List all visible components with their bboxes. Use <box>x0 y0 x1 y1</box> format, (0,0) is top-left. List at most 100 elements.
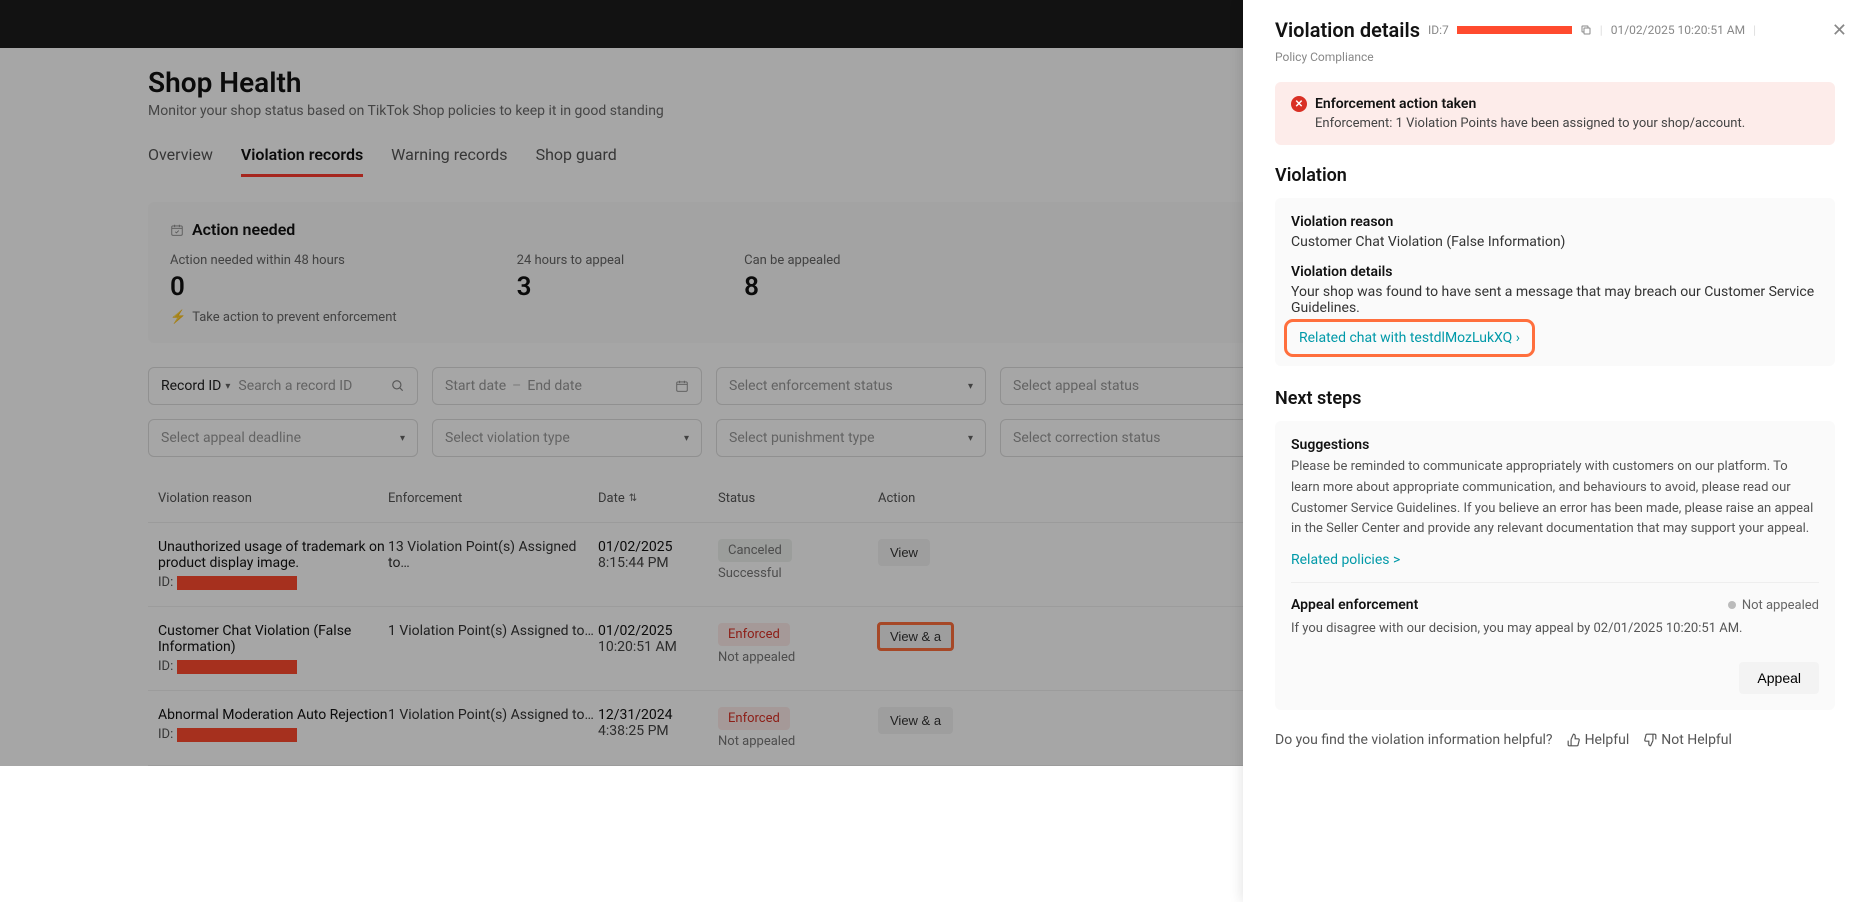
appeal-status-select[interactable]: Select appeal status▾ <box>1000 367 1270 405</box>
col-date[interactable]: Date ⇅ <box>598 491 718 506</box>
helpful-question: Do you find the violation information he… <box>1275 732 1553 748</box>
related-policies-link[interactable]: Related policies > <box>1291 552 1819 568</box>
stat-label: Action needed within 48 hours <box>170 253 397 268</box>
violation-reason-text: Unauthorized usage of trademark on produ… <box>158 539 388 571</box>
status-sub-text: Not appealed <box>718 734 878 749</box>
warn-text: Take action to prevent enforcement <box>192 310 396 325</box>
start-date-placeholder: Start date <box>445 378 506 394</box>
close-icon[interactable]: ✕ <box>1832 20 1847 41</box>
tab-overview[interactable]: Overview <box>148 139 213 177</box>
suggestions-label: Suggestions <box>1291 437 1819 453</box>
stat-can-appeal: Can be appealed 8 <box>744 253 840 325</box>
stat-48h: Action needed within 48 hours 0 ⚡ Take a… <box>170 253 397 325</box>
enforcement-status-select[interactable]: Select enforcement status▾ <box>716 367 986 405</box>
table-row: Unauthorized usage of trademark on produ… <box>148 523 1328 607</box>
details-value: Your shop was found to have sent a messa… <box>1291 284 1819 316</box>
record-id-search[interactable]: Record ID ▾ Search a record ID <box>148 367 418 405</box>
tab-warning-records[interactable]: Warning records <box>391 139 507 177</box>
search-icon <box>391 379 405 393</box>
redacted-id <box>177 728 297 742</box>
col-enforcement: Enforcement <box>388 491 598 506</box>
stat-label: 24 hours to appeal <box>517 253 624 268</box>
select-placeholder: Select punishment type <box>729 430 875 446</box>
view-action-button[interactable]: View & a <box>878 707 953 734</box>
tab-shop-guard[interactable]: Shop guard <box>536 139 617 177</box>
status-sub-text: Successful <box>718 566 878 581</box>
enforcement-text: 13 Violation Point(s) Assigned to… <box>388 539 598 571</box>
col-reason: Violation reason <box>158 491 388 506</box>
appeal-deadline-select[interactable]: Select appeal deadline ▾ <box>148 419 418 457</box>
sort-icon: ⇅ <box>629 493 637 504</box>
correction-status-select[interactable]: Select correction status▾ <box>1000 419 1270 457</box>
punishment-type-select[interactable]: Select punishment type ▾ <box>716 419 986 457</box>
related-chat-highlight: Related chat with testdlMozLukXQ › <box>1291 326 1528 350</box>
thumbs-up-icon <box>1567 733 1581 747</box>
enforcement-body: Enforcement: 1 Violation Points have bee… <box>1315 116 1819 131</box>
record-id: ID: <box>158 575 388 590</box>
panel-category: Policy Compliance <box>1275 50 1374 64</box>
calendar-check-icon <box>170 223 184 237</box>
col-status: Status <box>718 491 878 506</box>
time-value: 8:15:44 PM <box>598 555 718 571</box>
suggestions-body: Please be reminded to communicate approp… <box>1291 457 1819 540</box>
divider <box>1291 582 1819 583</box>
search-placeholder: Search a record ID <box>238 378 391 394</box>
reason-value: Customer Chat Violation (False Informati… <box>1291 234 1819 250</box>
violation-type-select[interactable]: Select violation type ▾ <box>432 419 702 457</box>
helpful-button[interactable]: Helpful <box>1567 732 1630 748</box>
reason-label: Violation reason <box>1291 214 1819 230</box>
chevron-down-icon: ▾ <box>225 381 230 392</box>
chevron-down-icon: ▾ <box>684 433 689 444</box>
violation-reason-text: Abnormal Moderation Auto Rejection <box>158 707 388 723</box>
violation-details-panel: ✕ Violation details ID:7 | 01/02/2025 10… <box>1243 0 1867 902</box>
view-action-button[interactable]: View & a <box>878 623 953 650</box>
col-action: Action <box>878 491 958 506</box>
thumbs-down-icon <box>1643 733 1657 747</box>
end-date-placeholder: End date <box>527 378 582 394</box>
panel-title: Violation details <box>1275 18 1420 42</box>
not-helpful-button[interactable]: Not Helpful <box>1643 732 1732 748</box>
status-badge: Enforced <box>718 623 790 646</box>
appeal-label: Appeal enforcement <box>1291 597 1418 613</box>
enforcement-heading: Enforcement action taken <box>1315 96 1476 112</box>
details-label: Violation details <box>1291 264 1819 280</box>
chevron-down-icon: ▾ <box>968 433 973 444</box>
action-needed-heading: Action needed <box>192 220 295 239</box>
stat-label: Can be appealed <box>744 253 840 268</box>
stat-24h-appeal: 24 hours to appeal 3 <box>517 253 624 325</box>
chevron-down-icon: ▾ <box>400 433 405 444</box>
select-placeholder: Select correction status <box>1013 430 1161 446</box>
next-steps-heading: Next steps <box>1275 388 1835 409</box>
appeal-button[interactable]: Appeal <box>1739 662 1819 694</box>
select-placeholder: Select appeal deadline <box>161 430 301 446</box>
related-chat-link[interactable]: Related chat with testdlMozLukXQ › <box>1299 330 1520 346</box>
stat-value: 0 <box>170 272 397 302</box>
appeal-status-text: Not appealed <box>1742 598 1819 613</box>
date-value: 01/02/2025 <box>598 623 718 639</box>
record-id: ID: <box>158 659 388 674</box>
view-action-button[interactable]: View <box>878 539 930 566</box>
record-id: ID: <box>158 727 388 742</box>
error-icon: ✕ <box>1291 96 1307 112</box>
tab-violation-records[interactable]: Violation records <box>241 139 363 177</box>
table-row: Abnormal Moderation Auto Rejection ID: 1… <box>148 691 1328 766</box>
record-id-label: Record ID <box>161 378 221 394</box>
lightning-icon: ⚡ <box>170 310 186 325</box>
panel-id-prefix: ID:7 <box>1428 23 1449 37</box>
tab-bar: Overview Violation records Warning recor… <box>148 139 1328 178</box>
copy-icon[interactable] <box>1580 24 1592 36</box>
date-range[interactable]: Start date – End date <box>432 367 702 405</box>
select-placeholder: Select violation type <box>445 430 570 446</box>
status-badge: Enforced <box>718 707 790 730</box>
redacted-id <box>1457 26 1572 34</box>
violation-reason-text: Customer Chat Violation (False Informati… <box>158 623 388 655</box>
time-value: 4:38:25 PM <box>598 723 718 739</box>
date-value: 01/02/2025 <box>598 539 718 555</box>
action-needed-card: Action needed Action needed within 48 ho… <box>148 202 1328 343</box>
enforcement-text: 1 Violation Point(s) Assigned to… <box>388 623 598 639</box>
violations-table: Violation reason Enforcement Date ⇅ Stat… <box>148 475 1328 766</box>
time-value: 10:20:51 AM <box>598 639 718 655</box>
select-placeholder: Select enforcement status <box>729 378 893 394</box>
appeal-body: If you disagree with our decision, you m… <box>1291 619 1819 640</box>
chevron-right-icon: › <box>1516 330 1520 346</box>
